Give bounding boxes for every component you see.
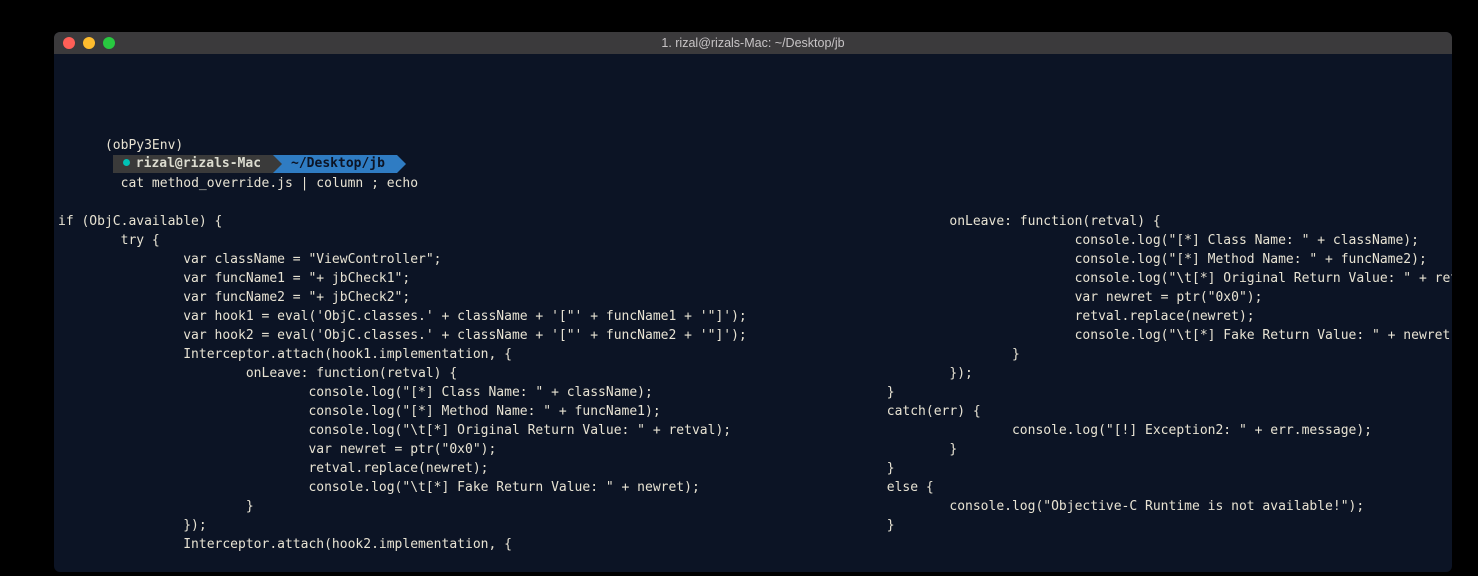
command-text: cat method_override.js | column ; echo — [121, 176, 418, 191]
prompt-line-1: (obPy3Env) rizal@rizals-Mac~/Desktop/jb … — [58, 117, 1448, 136]
virtualenv-label: (obPy3Env) — [105, 138, 183, 153]
userhost-chip: rizal@rizals-Mac — [113, 155, 273, 173]
terminal-body[interactable]: (obPy3Env) rizal@rizals-Mac~/Desktop/jb … — [54, 54, 1452, 572]
titlebar: 1. rizal@rizals-Mac: ~/Desktop/jb — [54, 32, 1452, 54]
output-column-1: if (ObjC.available) { try { var classNam… — [58, 212, 747, 554]
cwd-text: ~/Desktop/jb — [291, 156, 385, 171]
cwd-chip: ~/Desktop/jb — [273, 155, 397, 173]
userhost-text: rizal@rizals-Mac — [136, 156, 261, 171]
window-title: 1. rizal@rizals-Mac: ~/Desktop/jb — [54, 36, 1452, 50]
command-output: if (ObjC.available) { try { var classNam… — [58, 212, 1448, 554]
status-dot-icon — [123, 159, 130, 166]
terminal-window: 1. rizal@rizals-Mac: ~/Desktop/jb (obPy3… — [54, 32, 1452, 572]
output-column-2: onLeave: function(retval) { console.log(… — [887, 212, 1452, 554]
